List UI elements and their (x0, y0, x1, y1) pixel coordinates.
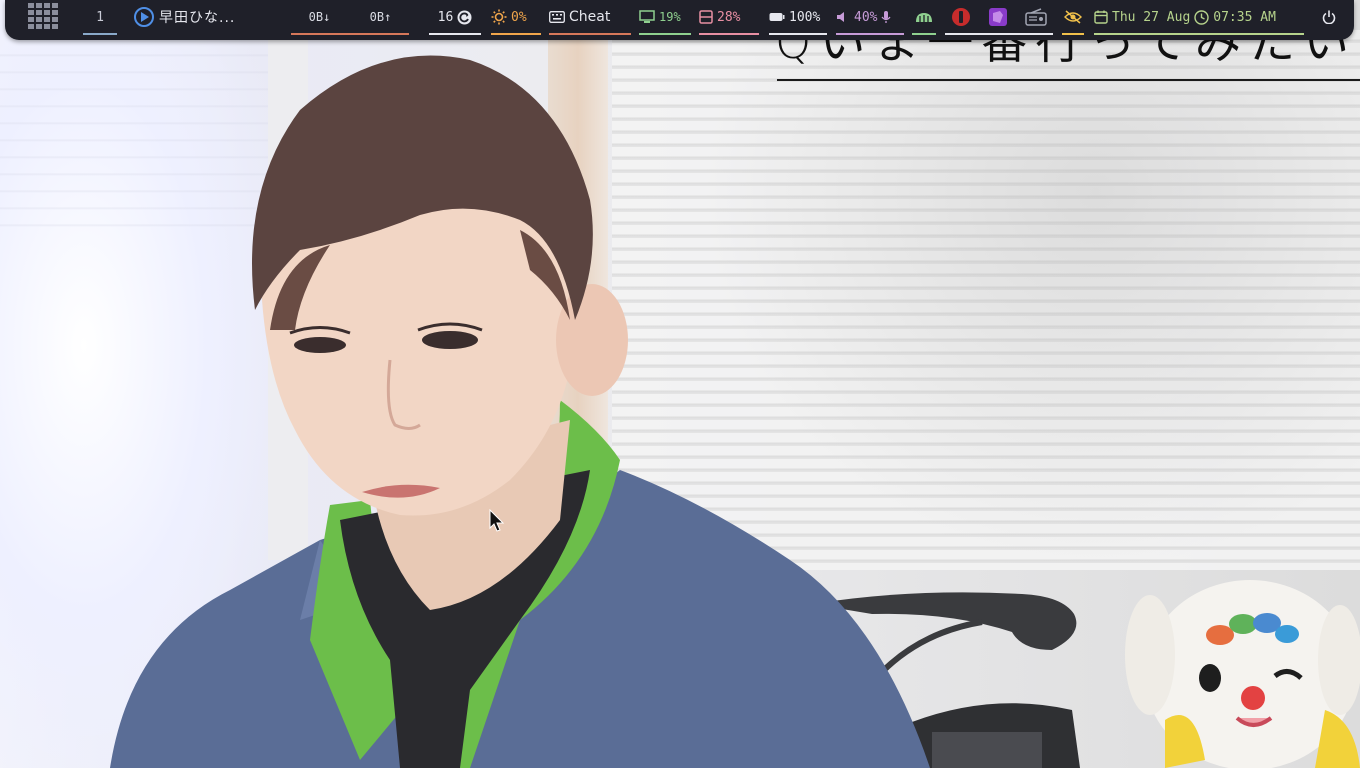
battery-value: 100% (789, 9, 821, 25)
power-icon (1322, 10, 1336, 24)
clock-time: 07:35 AM (1213, 9, 1276, 25)
tray-android[interactable] (912, 0, 936, 35)
plush-mascot (1125, 580, 1360, 768)
network-down: 0B↓ (308, 10, 331, 24)
grid-icon (28, 3, 58, 29)
memory-icon (699, 10, 713, 24)
radio-icon[interactable] (1024, 8, 1047, 26)
cheatsheet-button[interactable]: Cheat (549, 0, 631, 35)
red-app-icon[interactable] (951, 7, 971, 27)
sun-icon (491, 9, 507, 25)
refresh-icon (457, 10, 472, 24)
mouse-cursor-icon (489, 509, 505, 532)
network-up: 0B↑ (369, 10, 392, 24)
battery-indicator[interactable]: 100% (769, 0, 827, 35)
brightness-value: 0% (511, 9, 527, 25)
person (110, 55, 930, 768)
calendar-icon (1094, 10, 1108, 24)
eye-off-icon (1064, 10, 1082, 24)
brightness-indicator[interactable]: 0% (491, 0, 541, 35)
android-icon (916, 13, 932, 22)
clock[interactable]: Thu 27 Aug 07:35 AM (1094, 0, 1304, 35)
volume-value: 40% (854, 9, 878, 25)
cpu-indicator[interactable]: 19% (639, 0, 691, 35)
active-window-title: 早田ひな... (159, 10, 236, 26)
idle-inhibitor[interactable] (1062, 0, 1084, 35)
top-status-bar: 1 早田ひな... 0B↓ 0B↑ 16 0% Cheat 19% 28% 10… (5, 0, 1354, 40)
memory-indicator[interactable]: 28% (699, 0, 759, 35)
system-tray (945, 0, 1053, 35)
clock-date: Thu 27 Aug (1112, 9, 1191, 25)
video-frame: Qいま一番行ってみたい (0, 0, 1360, 768)
cheatsheet-label: Cheat (569, 9, 611, 25)
monitor-icon (639, 10, 655, 23)
clock-icon (1194, 9, 1209, 25)
power-button[interactable] (1317, 0, 1341, 34)
keyboard-icon (549, 11, 565, 23)
active-window[interactable]: 早田ひな... (133, 0, 283, 34)
media-player-icon (134, 7, 154, 27)
updates-indicator[interactable]: 16 (429, 0, 481, 35)
speaker-icon (837, 12, 844, 22)
purple-app-icon[interactable] (988, 7, 1008, 27)
battery-icon (769, 13, 785, 21)
microphone-icon[interactable] (881, 10, 891, 24)
app-launcher-button[interactable] (27, 0, 63, 34)
cpu-value: 19% (659, 10, 681, 24)
workspace-indicator[interactable]: 1 (83, 0, 117, 35)
memory-value: 28% (717, 9, 741, 25)
volume-indicator[interactable]: 40% (836, 0, 904, 35)
workspace-number: 1 (96, 9, 104, 25)
updates-count: 16 (437, 9, 454, 25)
network-speed[interactable]: 0B↓ 0B↑ (291, 0, 409, 35)
